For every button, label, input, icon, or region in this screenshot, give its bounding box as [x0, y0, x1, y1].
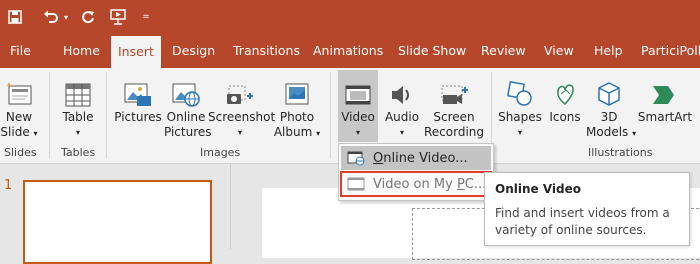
tab-slide-show[interactable]: Slide Show — [398, 34, 466, 68]
chevron-down-icon: ▾ — [237, 128, 242, 137]
audio-label: Audio — [384, 110, 420, 124]
chevron-down-icon: ▾ — [355, 128, 360, 137]
table-icon — [58, 70, 98, 110]
screenshot-button[interactable]: Screenshot ▾ — [208, 70, 276, 140]
menu-item-online-video[interactable]: Online Video... — [341, 146, 491, 170]
icons-button[interactable]: Icons — [546, 70, 584, 140]
chevron-down-icon: ▾ — [75, 128, 80, 137]
tooltip: Online Video Find and insert videos from… — [484, 172, 690, 246]
tab-help[interactable]: Help — [594, 34, 623, 68]
screen-recording-icon — [424, 70, 484, 110]
undo-icon[interactable] — [40, 0, 62, 34]
online-pictures-label-2: Pictures — [164, 125, 212, 139]
3d-cube-icon — [586, 70, 632, 110]
photo-album-label-2: Album — [273, 125, 313, 139]
accelerator-key: O — [373, 150, 384, 166]
online-pictures-icon — [164, 70, 208, 110]
online-video-label: nline Video... — [383, 150, 468, 166]
accelerator-key: P — [456, 176, 465, 192]
save-icon[interactable] — [6, 0, 24, 34]
group-label-slides: Slides — [4, 146, 37, 159]
video-dropdown-menu: Online Video... Video on My PC... — [338, 143, 494, 201]
group-label-illustrations: Illustrations — [588, 146, 653, 159]
customize-qat-icon[interactable]: = — [140, 0, 152, 34]
photo-album-label: Photo — [279, 110, 315, 124]
screen-recording-label: Screen — [433, 110, 475, 124]
screenshot-label: Screenshot — [208, 110, 276, 124]
tab-animations[interactable]: Animations — [313, 34, 383, 68]
online-pictures-label: Online — [166, 110, 206, 124]
pictures-icon — [114, 70, 162, 110]
online-video-icon — [345, 150, 367, 166]
icons-label: Icons — [549, 110, 581, 124]
table-button[interactable]: Table ▾ — [58, 70, 98, 140]
shapes-label: Shapes — [498, 110, 542, 124]
pictures-button[interactable]: Pictures — [114, 70, 162, 140]
video-file-icon — [345, 177, 367, 191]
pane-divider[interactable] — [230, 164, 231, 249]
screenshot-icon — [208, 70, 272, 110]
group-divider — [330, 72, 331, 158]
group-divider — [49, 72, 50, 158]
video-label: Video — [341, 110, 375, 124]
title-bar: ▾ = — [0, 0, 700, 34]
new-slide-label: New — [5, 110, 33, 124]
table-label: Table — [62, 110, 94, 124]
speaker-icon — [382, 70, 422, 110]
redo-icon[interactable] — [78, 0, 98, 34]
tab-review[interactable]: Review — [481, 34, 526, 68]
new-slide-icon — [0, 70, 38, 110]
menu-item-video-on-my-pc[interactable]: Video on My PC... — [340, 171, 492, 197]
tab-transitions[interactable]: Transitions — [233, 34, 300, 68]
screen-recording-button[interactable]: Screen Recording — [424, 70, 484, 140]
tab-insert[interactable]: Insert — [111, 36, 161, 68]
3d-models-label-2: Models — [586, 125, 629, 139]
start-from-beginning-icon[interactable] — [108, 0, 128, 34]
icons-icon — [546, 70, 584, 110]
pictures-label: Pictures — [114, 110, 162, 124]
tab-participoll[interactable]: ParticiPoll — [641, 34, 700, 68]
3d-models-button[interactable]: 3D Models ▾ — [586, 70, 636, 140]
video-icon — [338, 70, 378, 110]
slide-number: 1 — [4, 178, 13, 193]
tab-home[interactable]: Home — [63, 34, 100, 68]
shapes-button[interactable]: Shapes ▾ — [498, 70, 542, 140]
online-pictures-button[interactable]: Online Pictures — [164, 70, 212, 140]
group-divider — [106, 72, 107, 158]
new-slide-button[interactable]: New Slide ▾ — [0, 70, 38, 140]
video-button[interactable]: Video ▾ — [338, 70, 378, 142]
tab-file[interactable]: File — [10, 34, 31, 68]
undo-dropdown-icon[interactable]: ▾ — [62, 0, 70, 34]
tab-design[interactable]: Design — [172, 34, 215, 68]
group-label-tables: Tables — [61, 146, 96, 159]
3d-models-label: 3D — [600, 110, 618, 124]
screen-recording-label-2: Recording — [424, 125, 485, 139]
smartart-icon — [636, 70, 694, 110]
chevron-down-icon: ▾ — [33, 129, 38, 138]
audio-button[interactable]: Audio ▾ — [382, 70, 422, 140]
tab-view[interactable]: View — [544, 34, 574, 68]
slide-thumbnail[interactable] — [23, 180, 212, 264]
smartart-label: SmartArt — [637, 110, 693, 124]
video-on-pc-label: Video on My — [373, 176, 457, 192]
tooltip-title: Online Video — [495, 182, 581, 196]
smartart-button[interactable]: SmartArt — [636, 70, 694, 140]
chevron-down-icon: ▾ — [399, 128, 404, 137]
shapes-icon — [498, 70, 542, 110]
new-slide-label-2: Slide — [0, 125, 30, 139]
photo-album-icon — [272, 70, 322, 110]
chevron-down-icon: ▾ — [517, 128, 522, 137]
group-label-images: Images — [200, 146, 241, 159]
chevron-down-icon: ▾ — [316, 129, 321, 138]
ribbon-tabs: File Home Insert Design Transitions Anim… — [0, 34, 700, 68]
tooltip-body: Find and insert videos from a variety of… — [495, 206, 670, 237]
photo-album-button[interactable]: Photo Album ▾ — [272, 70, 322, 140]
